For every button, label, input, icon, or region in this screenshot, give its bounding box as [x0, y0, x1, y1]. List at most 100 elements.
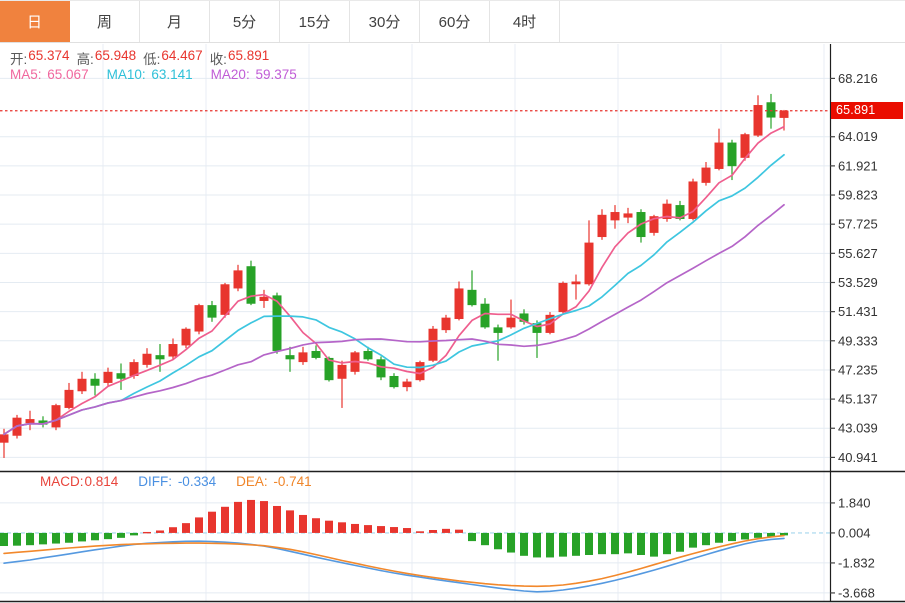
- price-axis-label: 45.137: [838, 392, 878, 407]
- macd-axis-label: 1.840: [838, 495, 871, 510]
- candle-up: [624, 213, 633, 217]
- macd-value: 0.814: [85, 474, 119, 489]
- macd-bar-down: [741, 533, 749, 540]
- macd-bar-down: [572, 533, 580, 556]
- candle-up: [442, 318, 451, 331]
- macd-bar-down: [611, 533, 619, 554]
- open-value: 65.374: [28, 48, 69, 68]
- macd-bar-up: [390, 527, 398, 533]
- price-axis-label: 64.019: [838, 129, 878, 144]
- candle-down: [390, 376, 399, 387]
- macd-bar-down: [507, 533, 515, 553]
- price-axis-label: 43.039: [838, 421, 878, 436]
- macd-axis-label: -1.832: [838, 555, 875, 570]
- candle-up: [104, 372, 113, 383]
- macd-bar-up: [312, 518, 320, 533]
- candle-up: [455, 288, 464, 319]
- macd-bar-up: [182, 523, 190, 533]
- macd-bar-down: [624, 533, 632, 553]
- tab-day[interactable]: 日: [0, 1, 70, 42]
- dea-label: DEA:: [236, 474, 268, 489]
- macd-bar-up: [169, 527, 177, 533]
- candle-up: [0, 434, 9, 442]
- macd-bar-down: [533, 533, 541, 558]
- candle-down: [286, 355, 295, 359]
- high-label: 高:: [77, 48, 94, 68]
- macd-bar-up: [364, 525, 372, 533]
- macd-bar-down: [559, 533, 567, 557]
- macd-bar-up: [247, 500, 255, 533]
- candle-up: [52, 405, 61, 427]
- macd-axis-label: -3.668: [838, 585, 875, 600]
- high-value: 65.948: [95, 48, 136, 68]
- close-label: 收:: [210, 48, 227, 68]
- macd-bar-up: [195, 517, 203, 533]
- candle-down: [117, 373, 126, 379]
- candle-down: [468, 290, 477, 305]
- macd-bar-down: [130, 533, 138, 535]
- macd-bar-up: [299, 515, 307, 533]
- macd-bar-down: [728, 533, 736, 541]
- price-axis-label: 68.216: [838, 71, 878, 86]
- candle-up: [143, 354, 152, 365]
- ma10-value: 63.141: [151, 67, 192, 82]
- macd-label: MACD:: [40, 474, 84, 489]
- macd-bar-up: [208, 512, 216, 533]
- candle-up: [78, 379, 87, 392]
- tab-m30[interactable]: 30分: [350, 1, 420, 42]
- low-label: 低:: [143, 48, 160, 68]
- candle-up: [234, 270, 243, 288]
- macd-bar-up: [429, 530, 437, 533]
- price-axis-label: 55.627: [838, 246, 878, 261]
- ohlc-readout: 开:65.374 高:65.948 低:64.467 收:65.891: [10, 48, 269, 68]
- macd-bar-up: [143, 532, 151, 533]
- tab-m5[interactable]: 5分: [210, 1, 280, 42]
- macd-bar-up: [403, 528, 411, 533]
- candle-down: [494, 327, 503, 333]
- macd-bar-down: [26, 533, 34, 545]
- macd-bar-down: [78, 533, 86, 541]
- candle-up: [780, 111, 789, 118]
- tab-m15[interactable]: 15分: [280, 1, 350, 42]
- chart-canvas[interactable]: 68.21664.01961.92159.82357.72555.62753.5…: [0, 0, 905, 603]
- macd-bar-down: [663, 533, 671, 554]
- macd-bar-up: [260, 501, 268, 533]
- macd-bar-up: [273, 506, 281, 533]
- macd-bar-down: [637, 533, 645, 555]
- tab-m60[interactable]: 60分: [420, 1, 490, 42]
- low-value: 64.467: [161, 48, 202, 68]
- macd-bar-down: [676, 533, 684, 552]
- macd-bar-down: [702, 533, 710, 545]
- candle-up: [598, 215, 607, 237]
- ma5-label: MA5:: [10, 67, 42, 82]
- macd-bar-up: [221, 507, 229, 533]
- macd-bar-up: [377, 526, 385, 533]
- candle-down: [767, 102, 776, 117]
- candle-up: [182, 329, 191, 346]
- macd-bar-down: [520, 533, 528, 556]
- candle-up: [260, 297, 269, 301]
- candle-up: [195, 305, 204, 331]
- macd-bar-down: [91, 533, 99, 540]
- candle-up: [65, 390, 74, 408]
- macd-bar-down: [689, 533, 697, 548]
- macd-bar-down: [65, 533, 73, 543]
- macd-readout: MACD:0.814 DIFF: -0.334 DEA: -0.741: [40, 474, 312, 489]
- tab-h4[interactable]: 4时: [490, 1, 560, 42]
- macd-bar-up: [351, 524, 359, 533]
- tab-week[interactable]: 周: [70, 1, 140, 42]
- macd-bar-up: [416, 531, 424, 533]
- macd-bar-down: [39, 533, 47, 544]
- candle-up: [403, 382, 412, 388]
- candle-up: [169, 344, 178, 357]
- macd-bar-down: [52, 533, 60, 544]
- price-axis-label: 53.529: [838, 275, 878, 290]
- macd-bar-down: [481, 533, 489, 545]
- price-axis-label: 59.823: [838, 188, 878, 203]
- candle-up: [221, 284, 230, 315]
- candle-down: [377, 359, 386, 377]
- macd-bar-up: [338, 522, 346, 533]
- macd-bar-down: [13, 533, 21, 546]
- tab-month[interactable]: 月: [140, 1, 210, 42]
- macd-bar-up: [286, 510, 294, 533]
